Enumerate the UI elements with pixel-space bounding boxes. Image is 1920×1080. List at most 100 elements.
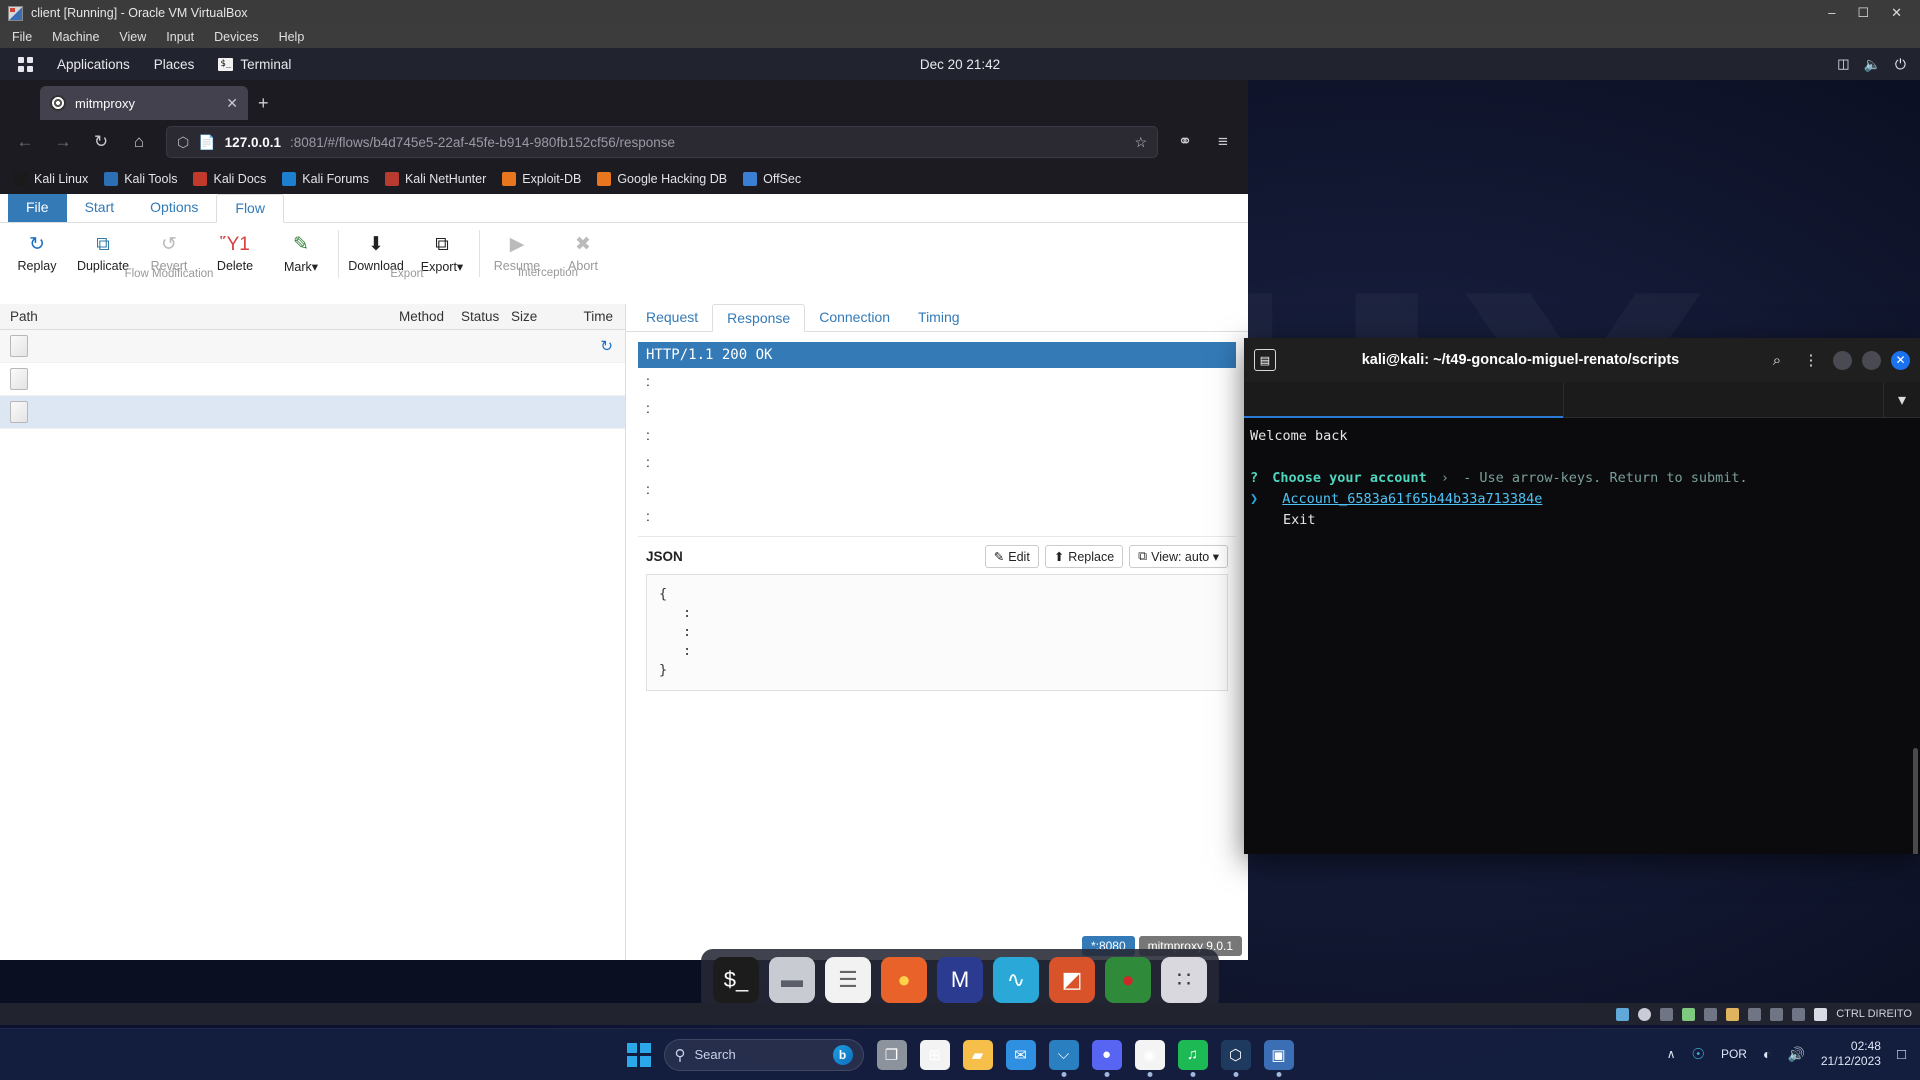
firefox-tabstrip[interactable]: mitmproxy ✕ + bbox=[0, 80, 1248, 120]
minimize-button[interactable]: – bbox=[1828, 5, 1835, 21]
terminal-tabbar[interactable]: ▾ bbox=[1244, 382, 1920, 418]
response-body-json[interactable]: { : : : } bbox=[646, 574, 1228, 691]
terminal-titlebar[interactable]: ▤ kali@kali: ~/t49-goncalo-miguel-renato… bbox=[1244, 338, 1920, 382]
column-header-status[interactable]: Status bbox=[461, 309, 507, 324]
firefox-navbar[interactable]: ← → ↻ ⌂ ⬡ 📄 127.0.0.1:8081/#/flows/b4d74… bbox=[0, 120, 1248, 164]
close-icon[interactable]: ✕ bbox=[226, 95, 238, 112]
bookmark-kali-nethunter[interactable]: Kali NetHunter bbox=[385, 172, 486, 186]
microphone-icon[interactable]: ☉ bbox=[1692, 1045, 1705, 1063]
flow-list-panel[interactable]: Path Method Status Size Time ↻ bbox=[0, 304, 626, 960]
notification-bell-icon[interactable]: □ bbox=[1897, 1046, 1906, 1063]
bookmark-kali-forums[interactable]: Kali Forums bbox=[282, 172, 369, 186]
vbox-menu-input[interactable]: Input bbox=[166, 30, 194, 44]
terminal-minimize-button[interactable] bbox=[1833, 351, 1852, 370]
panel-applications-menu[interactable]: Applications bbox=[47, 53, 140, 76]
language-indicator[interactable]: POR bbox=[1721, 1047, 1747, 1061]
kali-top-panel[interactable]: Applications Places $_ Terminal Dec 20 2… bbox=[0, 48, 1920, 80]
dock-item-files[interactable]: ▬ bbox=[769, 957, 815, 1003]
start-button[interactable] bbox=[627, 1043, 651, 1067]
bookmark-exploit-db[interactable]: Exploit-DB bbox=[502, 172, 581, 186]
detail-tab-timing[interactable]: Timing bbox=[904, 304, 974, 331]
panel-tray[interactable]: ◫ 🔈 ⏻ bbox=[1837, 56, 1912, 73]
windows-search-box[interactable]: ⚲ Search b bbox=[664, 1039, 864, 1071]
bookmark-star-icon[interactable]: ☆ bbox=[1134, 134, 1147, 151]
close-button[interactable]: ✕ bbox=[1891, 5, 1902, 21]
dock-item-firefox[interactable]: ● bbox=[881, 957, 927, 1003]
panel-clock[interactable]: Dec 20 21:42 bbox=[920, 57, 1000, 72]
taskbar-item-vscode[interactable]: ⌵ bbox=[1049, 1040, 1079, 1070]
reload-icon[interactable]: ↻ bbox=[84, 126, 118, 158]
dock-item-text-editor[interactable]: ☰ bbox=[825, 957, 871, 1003]
taskbar-item-file-explorer[interactable]: ▰ bbox=[963, 1040, 993, 1070]
mitm-tab-flow[interactable]: Flow bbox=[216, 194, 284, 223]
terminal-menu-icon[interactable]: ⋮ bbox=[1799, 348, 1823, 372]
bookmark-offsec[interactable]: OffSec bbox=[743, 172, 801, 186]
table-row[interactable]: ↻ bbox=[0, 330, 625, 363]
virtualbox-window-controls[interactable]: – ☐ ✕ bbox=[1828, 5, 1912, 21]
dock-item-show-apps[interactable]: ∷ bbox=[1161, 957, 1207, 1003]
vbox-menu-machine[interactable]: Machine bbox=[52, 30, 99, 44]
vbox-menu-view[interactable]: View bbox=[119, 30, 146, 44]
detail-tab-response[interactable]: Response bbox=[712, 304, 805, 332]
bookmark-kali-linux[interactable]: Kali Linux bbox=[14, 172, 88, 186]
mitmproxy-menu-tabs[interactable]: FileStartOptionsFlow bbox=[0, 194, 1248, 223]
terminal-output[interactable]: Welcome back ? Choose your account › - U… bbox=[1244, 418, 1920, 854]
home-icon[interactable]: ⌂ bbox=[122, 126, 156, 158]
column-header-time[interactable]: Time bbox=[563, 309, 625, 324]
bookmark-google-hacking-db[interactable]: Google Hacking DB bbox=[597, 172, 727, 186]
bookmark-kali-tools[interactable]: Kali Tools bbox=[104, 172, 177, 186]
dock-item-burpsuite[interactable]: ∿ bbox=[993, 957, 1039, 1003]
chevron-down-icon[interactable]: ▾ bbox=[1884, 382, 1920, 417]
taskbar-item-spotify[interactable]: ♫ bbox=[1178, 1040, 1208, 1070]
edit-button[interactable]: ✎ Edit bbox=[985, 545, 1039, 568]
panel-volume-icon[interactable]: 🔈 bbox=[1863, 56, 1880, 73]
address-bar[interactable]: ⬡ 📄 127.0.0.1:8081/#/flows/b4d745e5-22af… bbox=[166, 126, 1158, 158]
new-tab-button[interactable]: + bbox=[258, 93, 269, 120]
dock-item-cherrytree[interactable]: ● bbox=[1105, 957, 1151, 1003]
column-header-size[interactable]: Size bbox=[507, 309, 563, 324]
mitmproxy-ribbon-toolbar[interactable]: ↻Replay⧉Duplicate↺RevertὝ1Delete✎Mark▾Fl… bbox=[0, 223, 1248, 303]
taskbar-item-task-view[interactable]: ❐ bbox=[877, 1040, 907, 1070]
taskbar-item-mail[interactable]: ✉ bbox=[1006, 1040, 1036, 1070]
terminal-option-exit-row[interactable]: Exit bbox=[1250, 510, 1916, 531]
account-option[interactable]: Account_6583a61f65b44b33a713384e bbox=[1282, 491, 1542, 507]
forward-icon[interactable]: → bbox=[46, 126, 80, 158]
terminal-scrollbar[interactable] bbox=[1913, 748, 1918, 854]
flow-detail-tabs[interactable]: RequestResponseConnectionTiming bbox=[626, 304, 1248, 332]
power-icon[interactable]: ⏻ bbox=[1895, 56, 1906, 73]
replace-button[interactable]: ⬆ Replace bbox=[1045, 545, 1123, 568]
terminal-close-button[interactable]: ✕ bbox=[1891, 351, 1910, 370]
back-icon[interactable]: ← bbox=[8, 126, 42, 158]
column-header-method[interactable]: Method bbox=[399, 309, 461, 324]
virtualbox-menubar[interactable]: File Machine View Input Devices Help bbox=[0, 26, 1920, 48]
search-icon[interactable]: ⌕ bbox=[1765, 348, 1789, 372]
panel-terminal-window[interactable]: $_ Terminal bbox=[208, 53, 301, 76]
windows-taskbar[interactable]: ⚲ Search b ❐⊞▰✉⌵●◉♫⬡▣ ∧ ☉ POR ◐ 🔊 02:48 … bbox=[0, 1028, 1920, 1080]
column-header-path[interactable]: Path bbox=[0, 309, 399, 324]
vbox-menu-help[interactable]: Help bbox=[279, 30, 305, 44]
wifi-icon[interactable]: ◐ bbox=[1763, 1046, 1771, 1062]
browser-tab-mitmproxy[interactable]: mitmproxy ✕ bbox=[40, 86, 248, 120]
maximize-button[interactable]: ☐ bbox=[1857, 5, 1869, 21]
windows-system-tray[interactable]: ∧ ☉ POR ◐ 🔊 02:48 21/12/2023 □ bbox=[1667, 1028, 1906, 1080]
vbox-menu-devices[interactable]: Devices bbox=[214, 30, 258, 44]
kali-dock[interactable]: $_▬☰●M∿◩●∷ bbox=[701, 949, 1219, 1011]
mitm-tab-start[interactable]: Start bbox=[67, 194, 133, 222]
activities-grid-icon[interactable] bbox=[8, 53, 43, 76]
mitm-tab-file[interactable]: File bbox=[8, 194, 67, 222]
detail-tab-connection[interactable]: Connection bbox=[805, 304, 904, 331]
hamburger-menu-icon[interactable]: ≡ bbox=[1206, 126, 1240, 158]
detail-tab-request[interactable]: Request bbox=[632, 304, 712, 331]
panel-places-menu[interactable]: Places bbox=[144, 53, 205, 76]
table-row[interactable] bbox=[0, 396, 625, 429]
taskbar-item-microsoft-store[interactable]: ⊞ bbox=[920, 1040, 950, 1070]
virtualbox-status-bar[interactable]: CTRL DIREITO bbox=[0, 1003, 1920, 1025]
bookmarks-bar[interactable]: Kali Linux Kali Tools Kali Docs Kali Forums… bbox=[0, 164, 1248, 194]
taskbar-item-virtualbox[interactable]: ⬡ bbox=[1221, 1040, 1251, 1070]
view-mode-button[interactable]: ⧉ View: auto ▾ bbox=[1129, 545, 1228, 568]
pocket-icon[interactable]: ⚭ bbox=[1168, 126, 1202, 158]
vbox-menu-file[interactable]: File bbox=[12, 30, 32, 44]
bookmark-kali-docs[interactable]: Kali Docs bbox=[193, 172, 266, 186]
dock-item-wireshark[interactable]: ◩ bbox=[1049, 957, 1095, 1003]
terminal-option-selected-row[interactable]: ❯ Account_6583a61f65b44b33a713384e bbox=[1250, 489, 1916, 510]
